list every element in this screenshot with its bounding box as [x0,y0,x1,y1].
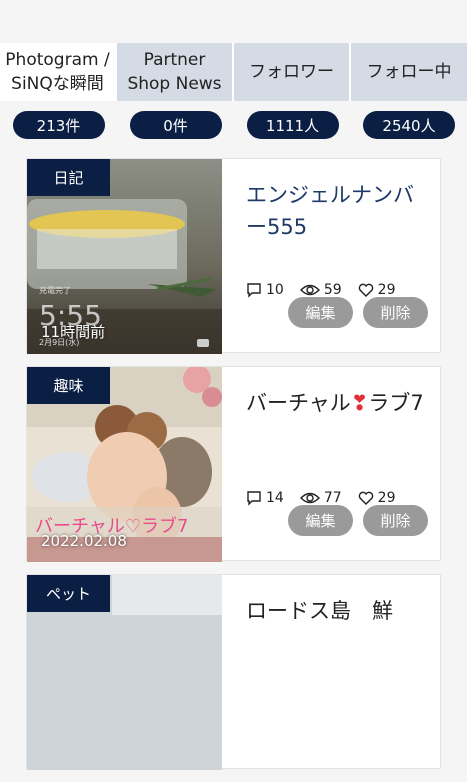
view-count: 59 [323,282,342,298]
comment-icon [247,491,261,506]
edit-button[interactable]: 編集 [288,297,353,328]
post-card[interactable]: バーチャル♡ラブ7 趣味 2022.02.08 バーチャル❣ラブ7 14 77 … [26,366,441,562]
tab-photogram[interactable]: Photogram / SiNQな瞬間 [0,43,117,101]
count-badge-following: 2540人 [363,111,455,139]
svg-text:充電完了: 充電完了 [39,285,71,295]
eye-icon [299,284,320,296]
view-count: 77 [323,490,342,506]
count-row: 213件 0件 1111人 2540人 [0,111,467,139]
post-title[interactable]: エンジェルナンバー555 [246,179,426,243]
tab-bar: Photogram / SiNQな瞬間 Partner Shop News フォ… [0,43,467,101]
eye-icon [299,492,320,504]
count-badge-partner: 0件 [129,111,222,139]
tab-partner-shop-news[interactable]: Partner Shop News [117,43,234,101]
heart-icon[interactable] [358,283,374,297]
post-stats: 10 59 29 [246,282,395,298]
comment-count: 14 [266,490,284,506]
post-thumbnail[interactable]: バーチャル♡ラブ7 趣味 2022.02.08 [27,367,222,562]
post-title-part: バーチャル [246,391,351,415]
thumbnail-time-caption: 11時間前 [41,323,106,341]
tab-following[interactable]: フォロー中 [351,43,467,101]
post-card[interactable]: ペット ロードス島 鮮 [26,574,441,770]
category-badge: ペット [27,575,110,612]
category-badge: 趣味 [27,367,110,404]
like-count: 29 [377,490,396,506]
edit-button[interactable]: 編集 [288,505,353,536]
post-title[interactable]: バーチャル❣ラブ7 [246,387,426,419]
post-title-part: ラブ7 [368,391,424,415]
category-badge: 日記 [27,159,110,196]
thumbnail-date-caption: 2022.02.08 [41,532,127,550]
count-badge-photogram: 213件 [12,111,105,139]
like-count: 29 [377,282,396,298]
post-list: 充電完了 5:55 2月9日(水) 日記 11時間前 エンジェルナンバー555 … [26,158,441,782]
post-card[interactable]: 充電完了 5:55 2月9日(水) 日記 11時間前 エンジェルナンバー555 … [26,158,441,354]
heart-icon[interactable] [358,491,374,505]
post-thumbnail[interactable]: 充電完了 5:55 2月9日(水) 日記 11時間前 [27,159,222,354]
delete-button[interactable]: 削除 [363,297,428,328]
count-badge-followers: 1111人 [246,111,339,139]
delete-button[interactable]: 削除 [363,505,428,536]
tab-followers[interactable]: フォロワー [234,43,351,101]
comment-icon [247,283,261,298]
comment-count: 10 [266,282,284,298]
heart-exclamation-icon: ❣ [350,391,369,415]
post-stats: 14 77 29 [246,490,395,506]
post-thumbnail[interactable]: ペット [27,575,222,770]
